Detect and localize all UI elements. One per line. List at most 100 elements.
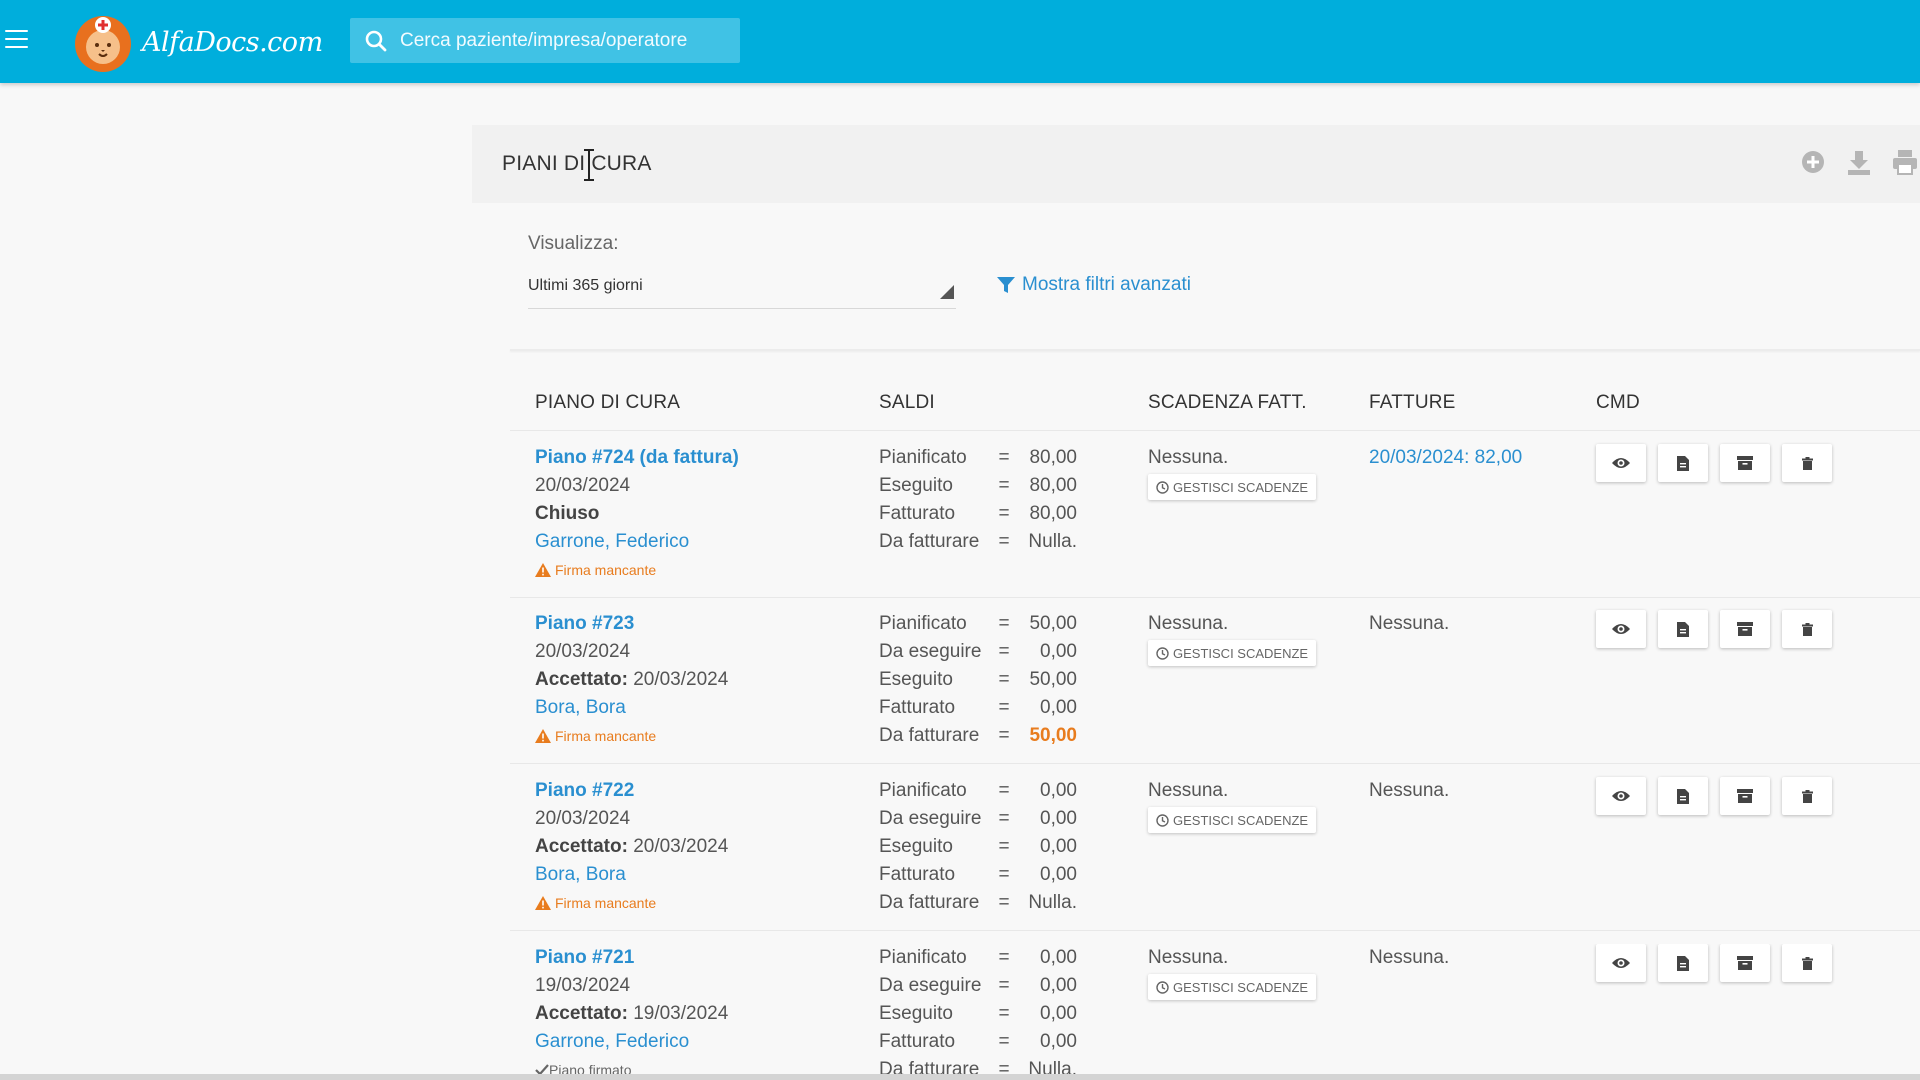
delete-button[interactable]: [1782, 944, 1832, 982]
add-icon[interactable]: [1798, 147, 1828, 177]
signature-label: Firma mancante: [555, 562, 657, 578]
plan-status-date: 20/03/2024: [633, 669, 729, 690]
dropdown-arrow-icon: [940, 285, 954, 299]
view-button[interactable]: [1596, 444, 1646, 482]
warning-icon: [535, 729, 551, 743]
balance-eq: =: [998, 808, 1010, 829]
patient-link[interactable]: Bora, Bora: [535, 694, 728, 722]
search-icon: [364, 29, 388, 53]
plan-link[interactable]: Piano #723: [535, 610, 728, 638]
balance-eq: =: [998, 503, 1010, 524]
document-icon: [1677, 455, 1689, 471]
manage-due-button[interactable]: GESTISCI SCADENZE: [1148, 474, 1317, 500]
view-button[interactable]: [1596, 610, 1646, 648]
plan-cell: Piano #722 20/03/2024 Accettato: 20/03/2…: [535, 777, 728, 917]
invoice-link[interactable]: 20/03/2024: 82,00: [1369, 444, 1522, 472]
delete-button[interactable]: [1782, 610, 1832, 648]
clock-icon: [1156, 480, 1169, 494]
balance-label: Eseguito: [879, 475, 953, 496]
archive-button[interactable]: [1720, 777, 1770, 815]
patient-link[interactable]: Garrone, Federico: [535, 1028, 728, 1056]
trash-icon: [1801, 789, 1813, 803]
plan-status: Accettato:: [535, 836, 628, 857]
manage-due-label: GESTISCI SCADENZE: [1173, 479, 1309, 495]
logo[interactable]: AlfaDocs.com: [72, 10, 323, 74]
balance-eq: =: [998, 531, 1010, 552]
balance-label: Da fatturare: [879, 1059, 980, 1074]
print-icon[interactable]: [1890, 147, 1920, 177]
plan-cell: Piano #724 (da fattura) 20/03/2024 Chius…: [535, 444, 739, 584]
invoice-value: Nessuna.: [1369, 613, 1450, 634]
menu-icon[interactable]: [5, 30, 28, 50]
warning-icon: [535, 896, 551, 910]
column-header-balances: SALDI: [879, 392, 935, 413]
commands-cell: [1596, 444, 1832, 482]
document-button[interactable]: [1658, 444, 1708, 482]
balance-eq: =: [998, 725, 1010, 746]
trash-icon: [1801, 956, 1813, 970]
search-box[interactable]: [350, 18, 740, 63]
document-button[interactable]: [1658, 944, 1708, 982]
manage-due-button[interactable]: GESTISCI SCADENZE: [1148, 974, 1317, 1000]
archive-button[interactable]: [1720, 444, 1770, 482]
archive-icon: [1737, 789, 1753, 803]
due-value: Nessuna.: [1148, 947, 1229, 968]
balance-eq: =: [998, 697, 1010, 718]
balance-label: Fatturato: [879, 1031, 956, 1052]
manage-due-button[interactable]: GESTISCI SCADENZE: [1148, 640, 1317, 666]
balance-label: Pianificato: [879, 780, 967, 801]
archive-icon: [1737, 622, 1753, 636]
delete-button[interactable]: [1782, 444, 1832, 482]
plan-status: Accettato:: [535, 669, 628, 690]
trash-icon: [1801, 456, 1813, 470]
plan-link[interactable]: Piano #724 (da fattura): [535, 444, 739, 472]
patient-link[interactable]: Bora, Bora: [535, 861, 728, 889]
patient-link[interactable]: Garrone, Federico: [535, 528, 739, 556]
eye-icon: [1612, 624, 1630, 634]
document-icon: [1677, 621, 1689, 637]
download-icon[interactable]: [1844, 147, 1874, 177]
advanced-filters-link[interactable]: Mostra filtri avanzati: [996, 274, 1191, 296]
balance-value: 80,00: [1029, 503, 1077, 524]
manage-due-label: GESTISCI SCADENZE: [1173, 812, 1309, 828]
balance-label: Da fatturare: [879, 892, 980, 913]
archive-button[interactable]: [1720, 944, 1770, 982]
balance-label: Eseguito: [879, 836, 953, 857]
balance-eq: =: [998, 947, 1010, 968]
plan-link[interactable]: Piano #721: [535, 944, 728, 972]
balance-label: Da fatturare: [879, 725, 980, 746]
invoices-cell: Nessuna.: [1369, 610, 1449, 638]
balance-eq: =: [998, 641, 1010, 662]
document-button[interactable]: [1658, 777, 1708, 815]
manage-due-label: GESTISCI SCADENZE: [1173, 645, 1309, 661]
document-icon: [1677, 788, 1689, 804]
delete-button[interactable]: [1782, 777, 1832, 815]
due-value: Nessuna.: [1148, 780, 1229, 801]
check-icon: [535, 1064, 549, 1074]
table-row: Piano #721 19/03/2024 Accettato: 19/03/2…: [0, 944, 1920, 1074]
document-button[interactable]: [1658, 610, 1708, 648]
balance-value: 0,00: [1040, 641, 1077, 662]
page-title: PIANI DI CURA: [502, 152, 652, 175]
top-bar: AlfaDocs.com: [0, 0, 1920, 83]
plan-status: Accettato:: [535, 1003, 628, 1024]
bottom-scrollbar[interactable]: [0, 1074, 1920, 1080]
balance-value: 50,00: [1029, 669, 1077, 690]
view-button[interactable]: [1596, 777, 1646, 815]
view-button[interactable]: [1596, 944, 1646, 982]
balance-value: 0,00: [1040, 1031, 1077, 1052]
balance-label: Pianificato: [879, 947, 967, 968]
plan-cell: Piano #723 20/03/2024 Accettato: 20/03/2…: [535, 610, 728, 750]
plan-link[interactable]: Piano #722: [535, 777, 728, 805]
balance-eq: =: [998, 1003, 1010, 1024]
commands-cell: [1596, 944, 1832, 982]
plan-date: 20/03/2024: [535, 475, 631, 496]
balances-cell: Pianificato = 50,00 Da eseguire = 0,00 Esegu…: [879, 610, 1077, 750]
invoice-value: Nessuna.: [1369, 780, 1450, 801]
archive-icon: [1737, 456, 1753, 470]
manage-due-button[interactable]: GESTISCI SCADENZE: [1148, 807, 1317, 833]
archive-button[interactable]: [1720, 610, 1770, 648]
search-input[interactable]: [398, 28, 722, 53]
period-select[interactable]: Ultimi 365 giorni: [528, 270, 956, 309]
balance-value: 80,00: [1029, 447, 1077, 468]
